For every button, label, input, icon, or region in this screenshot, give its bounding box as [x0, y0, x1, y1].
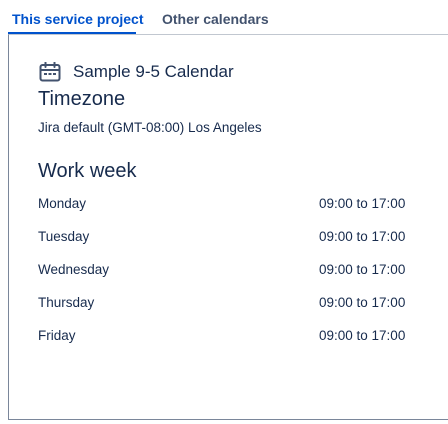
day-label: Monday — [38, 196, 87, 211]
tab-this-service-project[interactable]: This service project — [12, 10, 144, 28]
work-week-row-wednesday: Wednesday 09:00 to 17:00 — [38, 261, 418, 279]
timezone-value: Jira default (GMT-08:00) Los Angeles — [38, 120, 262, 135]
work-week-row-monday: Monday 09:00 to 17:00 — [38, 195, 418, 213]
day-hours: 09:00 to 17:00 — [319, 196, 406, 211]
work-week-row-friday: Friday 09:00 to 17:00 — [38, 327, 418, 345]
day-hours: 09:00 to 17:00 — [319, 229, 406, 244]
day-hours: 09:00 to 17:00 — [319, 262, 406, 277]
calendar-icon — [39, 61, 61, 82]
day-hours: 09:00 to 17:00 — [319, 295, 406, 310]
calendar-header: Sample 9-5 Calendar — [39, 59, 234, 85]
day-label: Thursday — [38, 295, 95, 310]
calendar-panel: Sample 9-5 Calendar Timezone Jira defaul… — [8, 34, 448, 420]
work-week-row-tuesday: Tuesday 09:00 to 17:00 — [38, 228, 418, 246]
work-week-row-thursday: Thursday 09:00 to 17:00 — [38, 294, 418, 312]
day-label: Wednesday — [38, 262, 110, 277]
tab-other-calendars[interactable]: Other calendars — [162, 10, 269, 28]
day-label: Friday — [38, 328, 76, 343]
timezone-heading: Timezone — [38, 88, 126, 110]
calendar-name: Sample 9-5 Calendar — [73, 62, 234, 81]
day-label: Tuesday — [38, 229, 90, 244]
work-week-heading: Work week — [38, 160, 137, 182]
day-hours: 09:00 to 17:00 — [319, 328, 406, 343]
calendar-tabs: This service project Other calendars — [0, 0, 448, 34]
